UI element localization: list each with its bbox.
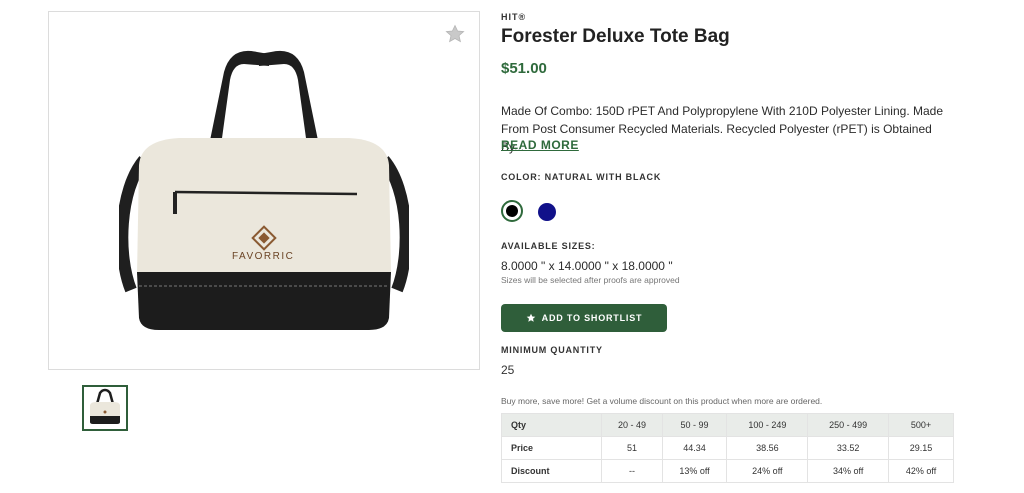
shortlist-label: ADD TO SHORTLIST bbox=[541, 313, 643, 323]
tote-bag-image bbox=[119, 50, 409, 330]
table-row-price: Price 51 44.34 38.56 33.52 29.15 bbox=[500, 436, 954, 460]
table-cell: 42% off bbox=[888, 459, 954, 483]
swatch-fill bbox=[506, 205, 518, 217]
table-cell: 20 - 49 bbox=[601, 413, 663, 437]
table-cell: 50 - 99 bbox=[661, 413, 728, 437]
table-cell: Price bbox=[500, 436, 603, 460]
table-cell: 51 bbox=[601, 436, 663, 460]
table-cell: 500+ bbox=[888, 413, 954, 437]
table-cell: 33.52 bbox=[807, 436, 890, 460]
min-quantity-value: 25 bbox=[501, 363, 515, 377]
read-more-link[interactable]: READ MORE bbox=[501, 138, 579, 152]
color-label-row: COLOR: NATURAL WITH BLACK bbox=[501, 172, 661, 182]
table-cell: -- bbox=[601, 459, 663, 483]
volume-discount-promo: Buy more, save more! Get a volume discou… bbox=[501, 396, 823, 406]
product-title: Forester Deluxe Tote Bag bbox=[501, 26, 730, 47]
table-cell: 34% off bbox=[807, 459, 890, 483]
product-image-frame: FAVORRIC bbox=[48, 11, 480, 370]
table-header-row: Qty 20 - 49 50 - 99 100 - 249 250 - 499 … bbox=[500, 413, 954, 437]
star-icon bbox=[526, 313, 535, 322]
add-to-shortlist-button[interactable]: ADD TO SHORTLIST bbox=[501, 304, 667, 332]
sizes-label: AVAILABLE SIZES: bbox=[501, 241, 596, 251]
brand-name: HIT® bbox=[501, 12, 527, 22]
color-swatch-navy[interactable] bbox=[538, 203, 556, 221]
size-note: Sizes will be selected after proofs are … bbox=[501, 275, 680, 285]
favorite-star-icon[interactable] bbox=[445, 24, 465, 44]
table-cell: Qty bbox=[500, 413, 603, 437]
color-label: COLOR: bbox=[501, 172, 542, 182]
size-value: 8.0000 " x 14.0000 " x 18.0000 " bbox=[501, 259, 673, 273]
table-cell: 29.15 bbox=[888, 436, 954, 460]
color-swatch-black[interactable] bbox=[501, 200, 523, 222]
product-thumbnail[interactable] bbox=[82, 385, 128, 431]
table-cell: Discount bbox=[500, 459, 603, 483]
min-quantity-label: MINIMUM QUANTITY bbox=[501, 345, 603, 355]
table-cell: 38.56 bbox=[726, 436, 809, 460]
table-cell: 100 - 249 bbox=[726, 413, 809, 437]
table-cell: 24% off bbox=[726, 459, 809, 483]
imprint-logo-text: FAVORRIC bbox=[232, 251, 295, 262]
product-price: $51.00 bbox=[501, 60, 547, 77]
table-row-discount: Discount -- 13% off 24% off 34% off 42% … bbox=[500, 459, 954, 483]
table-cell: 250 - 499 bbox=[807, 413, 890, 437]
selected-color: NATURAL WITH BLACK bbox=[544, 172, 662, 182]
table-cell: 44.34 bbox=[661, 436, 728, 460]
table-cell: 13% off bbox=[661, 459, 728, 483]
volume-pricing-table: Qty 20 - 49 50 - 99 100 - 249 250 - 499 … bbox=[500, 413, 954, 483]
